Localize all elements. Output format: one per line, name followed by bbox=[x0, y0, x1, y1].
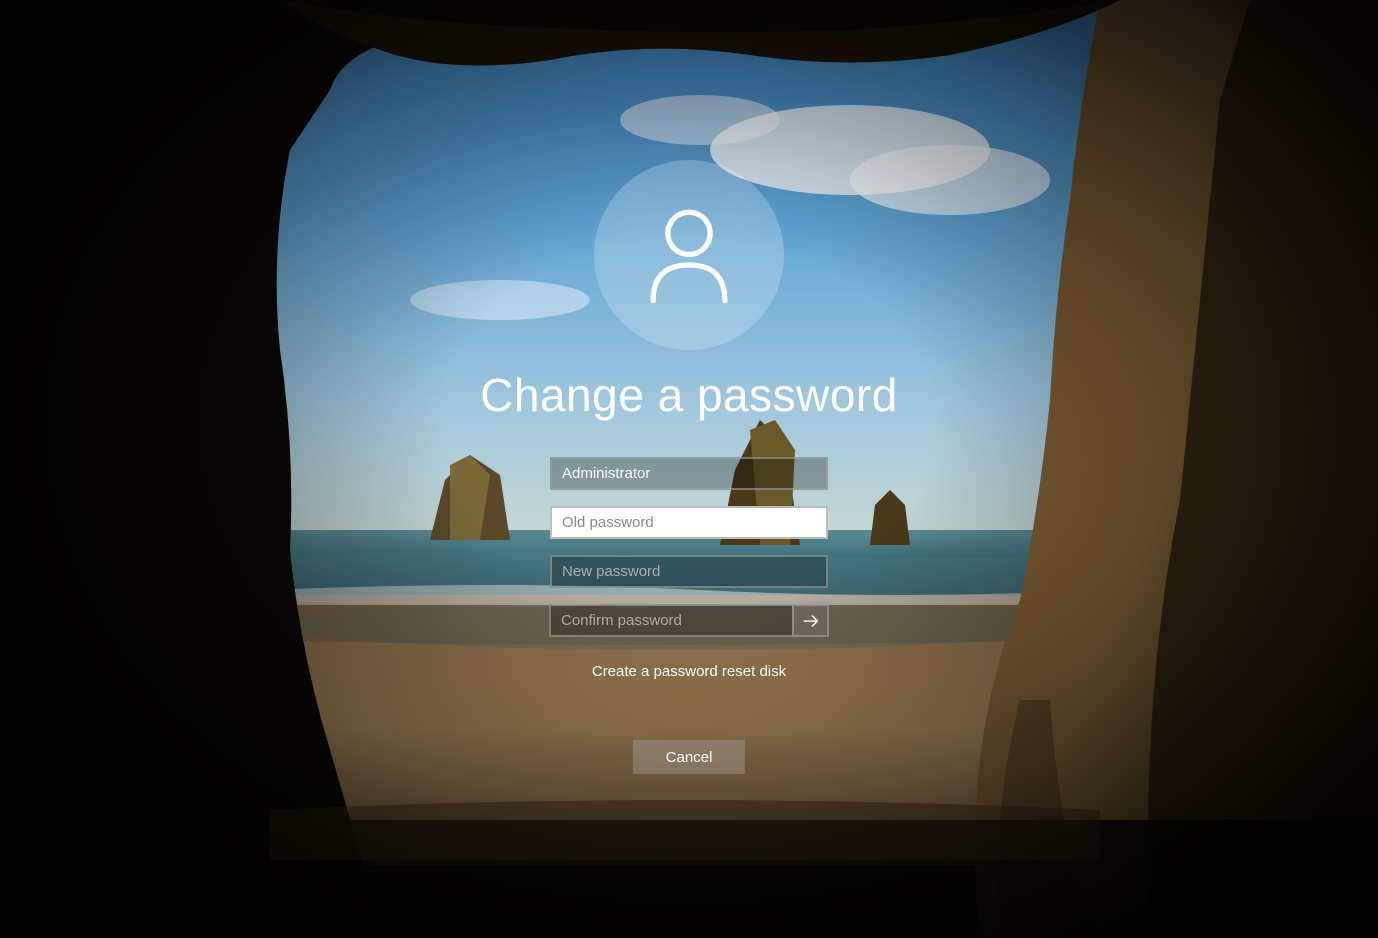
new-password-field[interactable] bbox=[550, 555, 828, 588]
old-password-field[interactable] bbox=[550, 506, 828, 539]
page-title: Change a password bbox=[480, 368, 898, 422]
cancel-button[interactable]: Cancel bbox=[633, 740, 745, 774]
user-icon bbox=[644, 208, 734, 303]
user-avatar bbox=[594, 160, 784, 350]
arrow-right-icon bbox=[800, 610, 822, 632]
confirm-password-row bbox=[549, 604, 829, 637]
submit-button[interactable] bbox=[792, 604, 829, 637]
login-panel: Change a password Create a password rese… bbox=[0, 0, 1378, 938]
username-field[interactable] bbox=[550, 457, 828, 490]
create-reset-disk-link[interactable]: Create a password reset disk bbox=[592, 663, 786, 680]
change-password-form: Create a password reset disk Cancel bbox=[549, 457, 829, 774]
confirm-password-field[interactable] bbox=[549, 604, 792, 637]
